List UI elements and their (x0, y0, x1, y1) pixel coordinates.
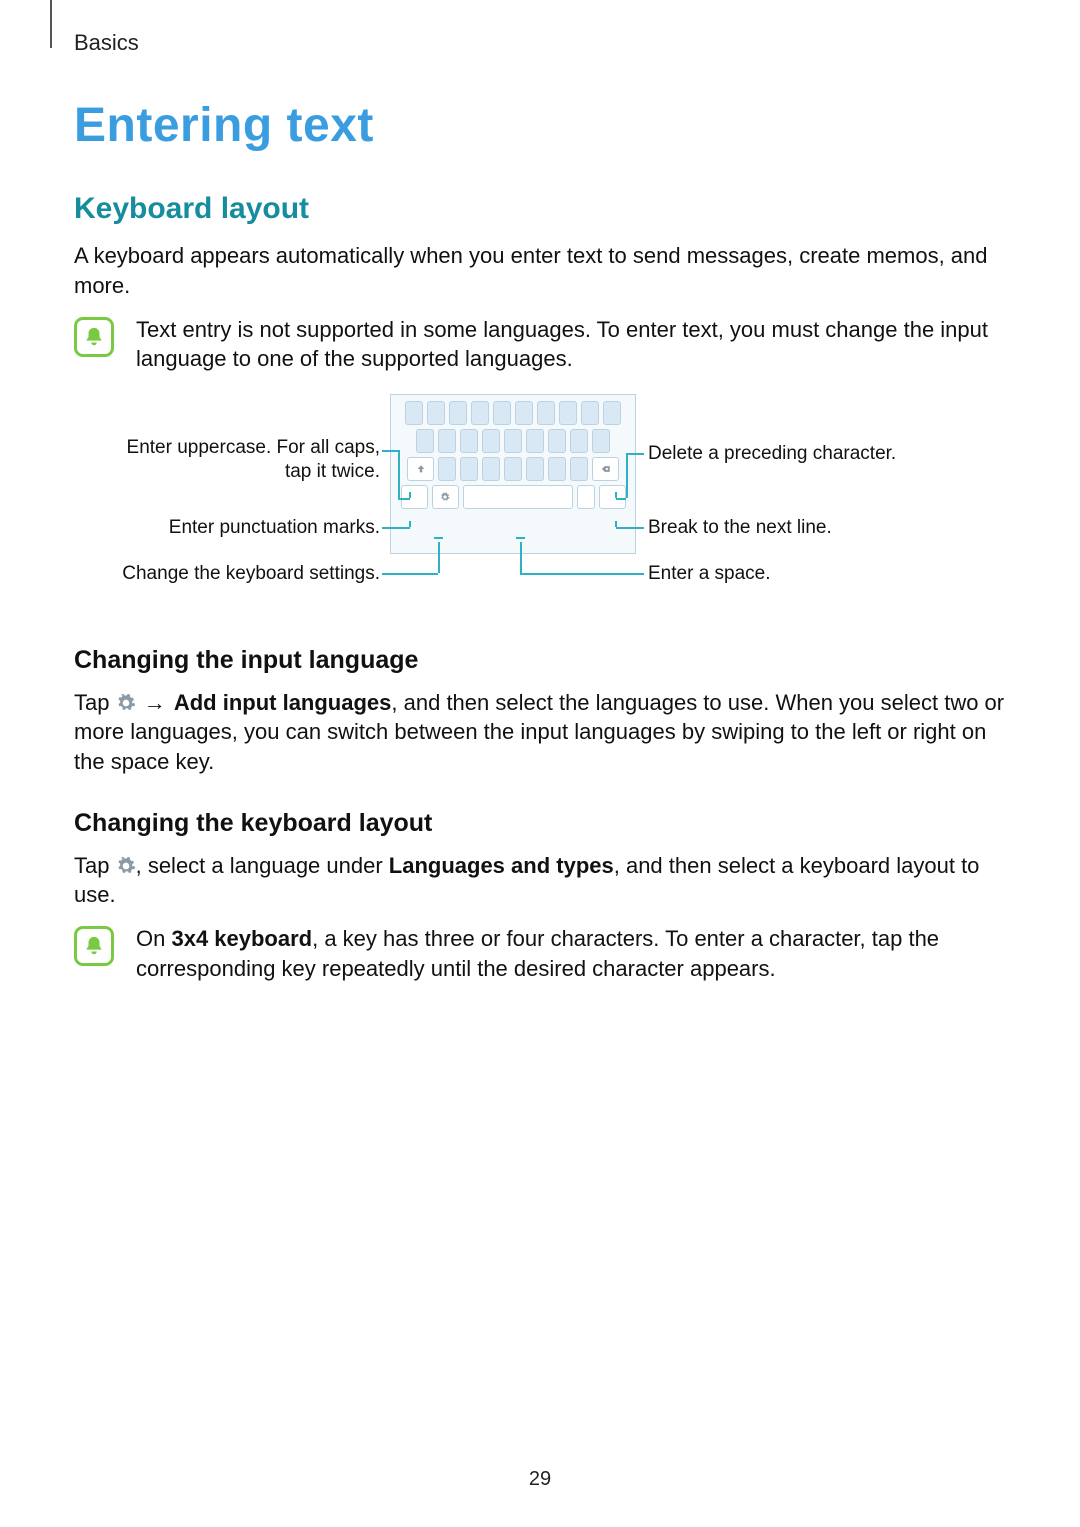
callout-line (382, 573, 438, 575)
key (592, 429, 610, 453)
key (570, 457, 588, 481)
note-3x4-keyboard: On 3x4 keyboard, a key has three or four… (74, 924, 1006, 983)
callout-tick (516, 537, 525, 539)
key (438, 457, 456, 481)
period-key (577, 485, 595, 509)
key (493, 401, 511, 425)
callout-tick (409, 521, 411, 527)
callout-settings: Change the keyboard settings. (110, 562, 380, 586)
callout-line (438, 542, 440, 573)
key (548, 457, 566, 481)
keyboard-illustration (390, 394, 636, 554)
heading-keyboard-layout: Keyboard layout (74, 189, 1006, 230)
key (548, 429, 566, 453)
callout-tick (434, 537, 443, 539)
arrow-icon: → (142, 688, 168, 718)
callout-line (626, 453, 644, 455)
key (504, 457, 522, 481)
key (427, 401, 445, 425)
key (460, 457, 478, 481)
key (526, 457, 544, 481)
bell-icon (83, 934, 105, 958)
gear-icon (116, 854, 136, 874)
note-text: Text entry is not supported in some lang… (136, 315, 1006, 374)
backspace-icon (601, 464, 611, 474)
note-text: On 3x4 keyboard, a key has three or four… (136, 924, 1006, 983)
callout-line (398, 450, 400, 498)
key (482, 457, 500, 481)
callout-line (520, 573, 644, 575)
text-fragment: , select a language under (136, 853, 389, 878)
callout-tick (615, 492, 617, 498)
key (405, 401, 423, 425)
text-fragment: Tap (74, 690, 116, 715)
callout-line (398, 498, 410, 500)
callout-space: Enter a space. (648, 562, 771, 586)
para-changing-input-language: Tap → Add input languages, and then sele… (74, 688, 1006, 777)
callout-line (382, 527, 410, 529)
space-key (463, 485, 573, 509)
key (482, 429, 500, 453)
heading-changing-keyboard-layout: Changing the keyboard layout (74, 807, 1006, 841)
callout-line (616, 498, 626, 500)
note-icon (74, 317, 114, 357)
key (471, 401, 489, 425)
key (449, 401, 467, 425)
page-margin-rule (50, 0, 52, 48)
key (504, 429, 522, 453)
heading-entering-text: Entering text (74, 94, 1006, 159)
key (581, 401, 599, 425)
key (559, 401, 577, 425)
heading-changing-input-language: Changing the input language (74, 644, 1006, 678)
text-fragment: Tap (74, 853, 116, 878)
callout-line (382, 450, 398, 452)
keyboard-row-1 (397, 401, 629, 425)
settings-key (432, 485, 459, 509)
callout-uppercase: Enter uppercase. For all caps, tap it tw… (110, 436, 380, 484)
text-bold: Add input languages (174, 690, 392, 715)
callout-delete: Delete a preceding character. (648, 442, 896, 466)
breadcrumb: Basics (74, 28, 139, 58)
key (515, 401, 533, 425)
callout-line (626, 453, 628, 498)
key (570, 429, 588, 453)
key (526, 429, 544, 453)
callout-nextline: Break to the next line. (648, 516, 832, 540)
keyboard-row-4 (397, 485, 629, 509)
intro-paragraph: A keyboard appears automatically when yo… (74, 241, 1006, 300)
callout-tick (615, 521, 617, 527)
enter-key (599, 485, 626, 509)
gear-icon (116, 691, 136, 711)
key (537, 401, 555, 425)
text-bold: Languages and types (389, 853, 614, 878)
callout-punctuation: Enter punctuation marks. (110, 516, 380, 540)
callout-tick (409, 492, 411, 498)
key (438, 429, 456, 453)
note-icon (74, 926, 114, 966)
note-language-support: Text entry is not supported in some lang… (74, 315, 1006, 374)
key (416, 429, 434, 453)
shift-key (407, 457, 434, 481)
bell-icon (83, 325, 105, 349)
keyboard-row-3 (397, 457, 629, 481)
backspace-key (592, 457, 619, 481)
keyboard-row-2 (397, 429, 629, 453)
page-content: Entering text Keyboard layout A keyboard… (74, 94, 1006, 1003)
symbols-key (401, 485, 428, 509)
shift-icon (416, 464, 426, 474)
text-fragment: On (136, 926, 171, 951)
gear-icon (440, 492, 450, 502)
key (603, 401, 621, 425)
callout-line (616, 527, 644, 529)
callout-line (520, 542, 522, 573)
text-bold: 3x4 keyboard (171, 926, 312, 951)
key (460, 429, 478, 453)
page-number: 29 (0, 1466, 1080, 1493)
para-changing-keyboard-layout: Tap , select a language under Languages … (74, 851, 1006, 910)
keyboard-diagram: Enter uppercase. For all caps, tap it tw… (120, 394, 960, 614)
